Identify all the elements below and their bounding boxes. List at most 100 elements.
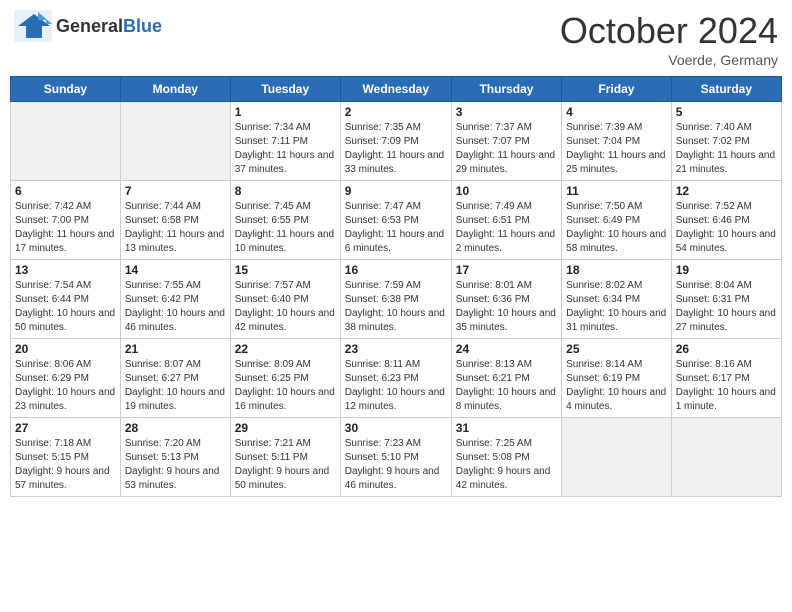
- day-cell: 19 Sunrise: 8:04 AMSunset: 6:31 PMDayligh…: [671, 260, 781, 339]
- sunrise: Sunrise: 8:14 AM: [566, 359, 642, 370]
- day-cell: [120, 102, 230, 181]
- day-cell: 18Sunrise: 8:02 AMSunset: 6:34 PMDayligh…: [562, 260, 672, 339]
- day-cell: [11, 102, 121, 181]
- daylight: Daylight: 11 hours and 25 minutes.: [566, 150, 665, 175]
- weekday-header-friday: Friday: [562, 77, 672, 102]
- sunrise: Sunrise: 7:45 AM: [235, 201, 311, 212]
- logo-text-blue: Blue: [123, 16, 162, 36]
- weekday-header-row: SundayMondayTuesdayWednesdayThursdayFrid…: [11, 77, 782, 102]
- sunrise: Sunrise: 7:18 AM: [15, 438, 91, 449]
- daylight: Daylight: 10 hours and 58 minutes.: [566, 229, 666, 254]
- day-cell: 10 Sunrise: 7:49 AMSunset: 6:51 PMDayligh…: [451, 181, 561, 260]
- day-info: Sunrise: 7:57 AMSunset: 6:40 PMDaylight:…: [235, 279, 336, 335]
- sunrise: Sunrise: 7:54 AM: [15, 280, 91, 291]
- day-info: Sunrise: 7:18 AMSunset: 5:15 PMDaylight:…: [15, 437, 116, 493]
- day-info: Sunrise: 8:04 AMSunset: 6:31 PMDaylight:…: [676, 279, 777, 335]
- day-cell: 20Sunrise: 8:06 AMSunset: 6:29 PMDayligh…: [11, 339, 121, 418]
- day-info: Sunrise: 8:13 AM Sunset: 6:21 PM Daylight:…: [456, 358, 557, 414]
- day-number: 3: [456, 105, 557, 119]
- sunset: Sunset: 7:09 PM: [345, 136, 419, 147]
- day-cell: 21 Sunrise: 8:07 AMSunset: 6:27 PMDayligh…: [120, 339, 230, 418]
- sunset: Sunset: 6:49 PM: [566, 215, 640, 226]
- day-number: 8: [235, 184, 336, 198]
- sunrise: Sunrise: 8:06 AM: [15, 359, 91, 370]
- day-cell: 24Sunrise: 8:13 AMSunset: 6:21 PMDayligh…: [451, 339, 561, 418]
- day-info: Sunrise: 7:49 AMSunset: 6:51 PMDaylight:…: [456, 200, 557, 256]
- daylight: Daylight: 10 hours and 54 minutes.: [676, 229, 776, 254]
- week-row-5: 27Sunrise: 7:18 AMSunset: 5:15 PMDayligh…: [11, 418, 782, 497]
- sunrise: Sunrise: 7:35 AM: [345, 122, 421, 133]
- day-cell: 25Sunrise: 8:14 AMSunset: 6:19 PMDayligh…: [562, 339, 672, 418]
- day-info: Sunrise: 7:44 AMSunset: 6:58 PMDaylight:…: [125, 200, 226, 256]
- daylight: Daylight: 9 hours and 53 minutes.: [125, 466, 220, 491]
- day-cell: 17Sunrise: 8:01 AMSunset: 6:36 PMDayligh…: [451, 260, 561, 339]
- weekday-header-tuesday: Tuesday: [230, 77, 340, 102]
- sunrise: Sunrise: 8:02 AM: [566, 280, 642, 291]
- sunset: Sunset: 6:25 PM: [235, 373, 309, 384]
- sunset: Sunset: 5:11 PM: [235, 452, 308, 463]
- sunset: Sunset: 6:29 PM: [15, 373, 89, 384]
- sunset: Sunset: 7:07 PM: [456, 136, 530, 147]
- daylight: Daylight: 11 hours and 2 minutes.: [456, 229, 555, 254]
- day-cell: 22Sunrise: 8:09 AMSunset: 6:25 PMDayligh…: [230, 339, 340, 418]
- sunrise: Sunrise: 7:44 AM: [125, 201, 201, 212]
- day-cell: 31Sunrise: 7:25 AMSunset: 5:08 PMDayligh…: [451, 418, 561, 497]
- day-number: 19: [676, 263, 777, 277]
- sunset: Sunset: 6:53 PM: [345, 215, 419, 226]
- day-info: Sunrise: 8:11 AMSunset: 6:23 PMDaylight:…: [345, 358, 447, 414]
- day-info: Sunrise: 8:14 AMSunset: 6:19 PMDaylight:…: [566, 358, 667, 414]
- sunrise: Sunrise: 8:13 AM: [456, 359, 532, 370]
- daylight: Daylight: 10 hours and 16 minutes.: [235, 387, 335, 412]
- daylight: Daylight: 10 hours and 27 minutes.: [676, 308, 776, 333]
- day-info: Sunrise: 8:07 AMSunset: 6:27 PMDaylight:…: [125, 358, 226, 414]
- daylight: Daylight: 10 hours and 38 minutes.: [345, 308, 445, 333]
- day-number: 4: [566, 105, 667, 119]
- day-cell: 30Sunrise: 7:23 AMSunset: 5:10 PMDayligh…: [340, 418, 451, 497]
- day-number: 5: [676, 105, 777, 119]
- sunrise: Sunrise: 7:49 AM: [456, 201, 532, 212]
- day-info: Sunrise: 7:47 AM Sunset: 6:53 PM Daylight:…: [345, 200, 447, 256]
- sunrise: Sunrise: 7:59 AM: [345, 280, 421, 291]
- daylight: Daylight: 11 hours and 6 minutes.: [345, 229, 444, 254]
- day-info: Sunrise: 8:09 AMSunset: 6:25 PMDaylight:…: [235, 358, 336, 414]
- day-number: 10: [456, 184, 557, 198]
- day-info: Sunrise: 7:55 AMSunset: 6:42 PMDaylight:…: [125, 279, 226, 335]
- day-info: Sunrise: 7:35 AMSunset: 7:09 PMDaylight:…: [345, 121, 447, 177]
- day-number: 29: [235, 421, 336, 435]
- title-block: October 2024 Voerde, Germany: [560, 10, 778, 68]
- week-row-2: 6Sunrise: 7:42 AMSunset: 7:00 PMDaylight…: [11, 181, 782, 260]
- daylight: Daylight: 11 hours and 37 minutes.: [235, 150, 334, 175]
- sunset: Sunset: 6:46 PM: [676, 215, 750, 226]
- sunrise: Sunrise: 7:57 AM: [235, 280, 311, 291]
- weekday-header-thursday: Thursday: [451, 77, 561, 102]
- day-info: Sunrise: 7:59 AMSunset: 6:38 PMDaylight:…: [345, 279, 447, 335]
- daylight: Daylight: 10 hours and 31 minutes.: [566, 308, 666, 333]
- sunset: Sunset: 6:58 PM: [125, 215, 199, 226]
- sunset: Sunset: 7:02 PM: [676, 136, 750, 147]
- day-number: 14: [125, 263, 226, 277]
- sunset: Sunset: 6:21 PM: [456, 373, 530, 384]
- weekday-header-sunday: Sunday: [11, 77, 121, 102]
- daylight: Daylight: 10 hours and 1 minute.: [676, 387, 776, 412]
- sunset: Sunset: 6:34 PM: [566, 294, 640, 305]
- daylight: Daylight: 10 hours and 35 minutes.: [456, 308, 556, 333]
- weekday-header-wednesday: Wednesday: [340, 77, 451, 102]
- day-cell: 28Sunrise: 7:20 AMSunset: 5:13 PMDayligh…: [120, 418, 230, 497]
- day-cell: [562, 418, 672, 497]
- sunset: Sunset: 6:44 PM: [15, 294, 89, 305]
- sunrise: Sunrise: 8:04 AM: [676, 280, 752, 291]
- day-cell: 6Sunrise: 7:42 AMSunset: 7:00 PMDaylight…: [11, 181, 121, 260]
- sunset: Sunset: 7:11 PM: [235, 136, 308, 147]
- daylight: Daylight: 9 hours and 50 minutes.: [235, 466, 330, 491]
- day-cell: 8Sunrise: 7:45 AMSunset: 6:55 PMDaylight…: [230, 181, 340, 260]
- calendar: SundayMondayTuesdayWednesdayThursdayFrid…: [10, 76, 782, 497]
- day-info: Sunrise: 7:50 AMSunset: 6:49 PMDaylight:…: [566, 200, 667, 256]
- day-cell: 29Sunrise: 7:21 AMSunset: 5:11 PMDayligh…: [230, 418, 340, 497]
- daylight: Daylight: 10 hours and 8 minutes.: [456, 387, 556, 412]
- sunrise: Sunrise: 7:47 AM: [345, 201, 421, 212]
- day-cell: 5Sunrise: 7:40 AMSunset: 7:02 PMDaylight…: [671, 102, 781, 181]
- sunset: Sunset: 5:10 PM: [345, 452, 419, 463]
- daylight: Daylight: 9 hours and 42 minutes.: [456, 466, 551, 491]
- day-number: 21: [125, 342, 226, 356]
- sunrise: Sunrise: 8:16 AM: [676, 359, 752, 370]
